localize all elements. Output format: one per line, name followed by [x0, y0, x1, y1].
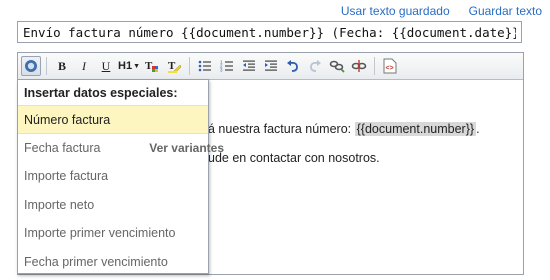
italic-icon: I: [82, 58, 86, 73]
dropdown-item-label: Número factura: [24, 113, 111, 127]
dropdown-item-importe-neto[interactable]: Importe neto: [18, 191, 208, 220]
top-links: Usar texto guardado Guardar texto: [341, 4, 542, 18]
undo-button[interactable]: [283, 56, 303, 76]
highlight-color-icon: T: [168, 60, 182, 73]
svg-text:3: 3: [220, 68, 223, 73]
indent-icon: [265, 60, 277, 71]
bold-icon: B: [57, 58, 66, 73]
heading-label: H1: [118, 60, 133, 72]
dropdown-item-label: Importe neto: [24, 197, 95, 212]
insert-link-button[interactable]: [327, 56, 347, 76]
redo-icon: [310, 60, 321, 72]
heading-dropdown[interactable]: H1 ▼: [118, 56, 140, 76]
insert-data-icon: [25, 60, 37, 72]
toolbar-separator: [189, 57, 190, 75]
indent-button[interactable]: [261, 56, 281, 76]
italic-button[interactable]: I: [74, 56, 94, 76]
dropdown-item-numero-factura[interactable]: Número factura: [18, 105, 208, 134]
insert-special-data-button[interactable]: [21, 56, 41, 76]
link-icon: [329, 60, 345, 73]
dropdown-item-fecha-factura[interactable]: Fecha factura Ver variantes: [18, 134, 224, 163]
outdent-icon: [243, 60, 255, 71]
unlink-icon: [351, 60, 367, 72]
text-color-icon: T: [145, 60, 158, 72]
bullet-list-button[interactable]: [195, 56, 215, 76]
dropdown-item-label: Fecha factura: [24, 140, 101, 155]
text-color-button[interactable]: T: [142, 56, 162, 76]
numbered-list-icon: 123: [220, 60, 233, 73]
bullet-list-icon: [198, 60, 211, 72]
subject-input[interactable]: [17, 21, 522, 43]
numbered-list-button[interactable]: 123: [217, 56, 237, 76]
source-code-icon: <>: [383, 58, 397, 74]
content-line-1-text: á nuestra factura número:: [208, 122, 355, 136]
dropdown-title: Insertar datos especiales:: [24, 86, 178, 100]
undo-icon: [287, 60, 298, 72]
content-line-1: á nuestra factura número: {{document.num…: [208, 122, 480, 136]
underline-button[interactable]: U: [96, 56, 116, 76]
toolbar-separator: [46, 57, 47, 75]
insert-data-dropdown: Insertar datos especiales: Número factur…: [17, 79, 224, 277]
dropdown-item-importe-primer-vencimiento[interactable]: Importe primer vencimiento: [18, 219, 208, 248]
template-variable: {{document.number}}: [354, 122, 477, 136]
dropdown-item-importe-factura[interactable]: Importe factura: [18, 162, 208, 191]
toolbar-separator: [374, 57, 375, 75]
dropdown-item-label: Importe primer vencimiento: [24, 226, 176, 240]
background-color-button[interactable]: T: [164, 56, 184, 76]
svg-text:T: T: [145, 60, 153, 72]
underline-icon: U: [101, 58, 111, 73]
chevron-down-icon: ▼: [133, 62, 140, 70]
content-line-2: ude en contactar con nosotros.: [208, 151, 380, 165]
outdent-button[interactable]: [239, 56, 259, 76]
dropdown-item-fecha-primer-vencimiento[interactable]: Fecha primer vencimiento: [18, 248, 208, 277]
dropdown-item-label: Fecha primer vencimiento: [24, 254, 168, 269]
use-saved-text-link[interactable]: Usar texto guardado: [341, 4, 450, 18]
redo-button[interactable]: [305, 56, 325, 76]
unlink-button[interactable]: [349, 56, 369, 76]
svg-text:<>: <>: [386, 65, 394, 72]
source-code-button[interactable]: <>: [380, 56, 400, 76]
editor-toolbar: B I U H1 ▼ T T 1 2 3 <>: [18, 53, 523, 80]
content-line-1-suffix: .: [476, 122, 480, 136]
bold-button[interactable]: B: [52, 56, 72, 76]
dropdown-item-label: Importe factura: [24, 169, 109, 183]
save-text-link[interactable]: Guardar texto: [469, 4, 542, 18]
see-variants-link[interactable]: Ver variantes: [149, 141, 224, 155]
